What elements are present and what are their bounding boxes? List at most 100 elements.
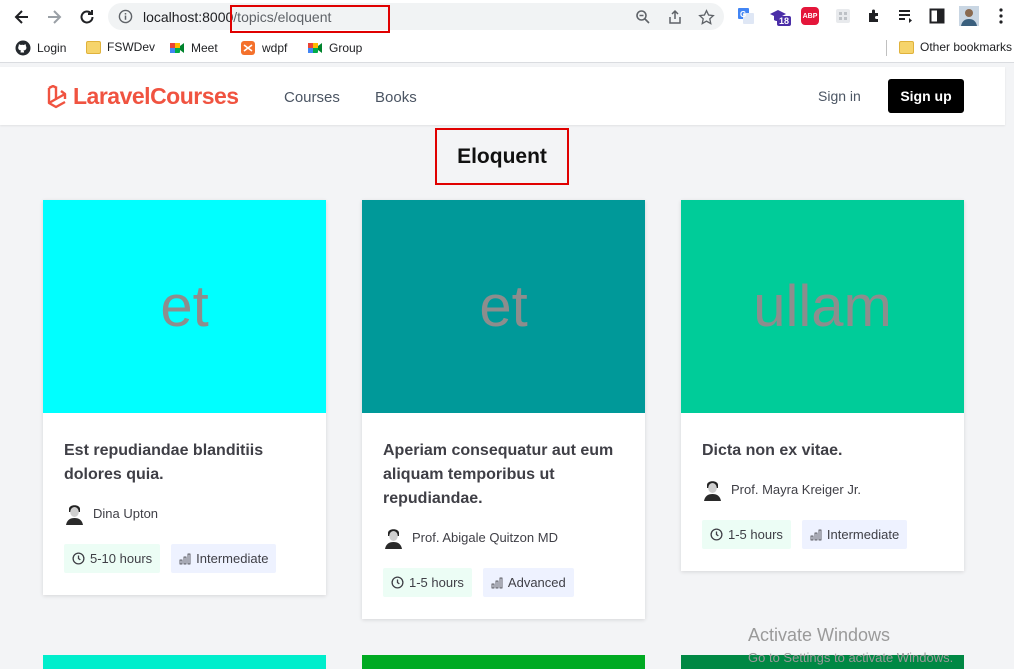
folder-icon (899, 40, 914, 54)
meet-icon (170, 43, 184, 53)
course-card-next[interactable] (43, 655, 326, 669)
author-avatar-icon (383, 525, 404, 549)
duration-tag: 1-5 hours (702, 520, 791, 549)
author-avatar-icon (702, 477, 723, 501)
bookmark-login[interactable]: Login (15, 40, 66, 56)
course-image[interactable]: et (43, 200, 326, 413)
author-name: Prof. Abigale Quitzon MD (412, 529, 558, 545)
back-arrow-icon (14, 10, 28, 24)
forward-arrow-icon (48, 10, 62, 24)
puzzle-icon (869, 9, 878, 22)
author-avatar-icon (64, 501, 85, 525)
magnifier-icon (636, 10, 650, 24)
level-tag: Advanced (482, 568, 574, 597)
page-title: Eloquent (435, 128, 569, 185)
adblock-extension[interactable]: ABP (800, 6, 820, 26)
extension-badge: 18 (777, 16, 792, 26)
course-author: Prof. Mayra Kreiger Jr. (702, 477, 943, 501)
graduation-extension[interactable]: 18 (768, 6, 792, 26)
course-title[interactable]: Est repudiandae blanditiis dolores quia. (64, 439, 305, 487)
translate-icon: G (738, 8, 754, 24)
info-icon[interactable] (118, 9, 133, 24)
reading-list-button[interactable] (896, 6, 916, 26)
star-icon (697, 8, 715, 25)
watermark-subtitle: Go to Settings to activate Windows. (748, 650, 954, 665)
wdpf-icon (241, 41, 255, 55)
github-icon (15, 40, 31, 56)
meet-icon (308, 43, 322, 53)
duration-text: 1-5 hours (728, 527, 783, 542)
bookmark-label: Meet (191, 41, 218, 55)
site-logo[interactable]: LaravelCourses (47, 83, 239, 110)
logo-text-laravel: Laravel (73, 83, 151, 109)
url-host: localhost:8000 (143, 9, 234, 25)
clock-icon (391, 576, 404, 589)
course-title[interactable]: Aperiam consequatur aut eum aliquam temp… (383, 439, 624, 511)
extensions-button[interactable] (864, 6, 884, 26)
logo-text-courses: Courses (150, 83, 239, 109)
bookmark-meet[interactable]: Meet (169, 40, 218, 56)
duration-text: 5-10 hours (90, 551, 153, 566)
side-panel-icon (929, 8, 945, 24)
playlist-icon (899, 10, 912, 23)
bookmark-group[interactable]: Group (307, 40, 362, 56)
bookmark-fswdev[interactable]: FSWDev (86, 40, 155, 54)
course-image[interactable]: ullam (681, 200, 964, 413)
nav-courses[interactable]: Courses (284, 89, 340, 106)
other-bookmarks[interactable]: Other bookmarks (899, 40, 1012, 54)
course-title[interactable]: Dicta non ex vitae. (702, 439, 943, 463)
svg-text:G: G (740, 10, 746, 19)
level-tag: Intermediate (171, 544, 277, 573)
translate-extension[interactable]: G (736, 6, 756, 26)
zoom-button[interactable] (633, 7, 653, 27)
bookmark-label: Group (329, 41, 363, 55)
author-name: Prof. Mayra Kreiger Jr. (731, 481, 862, 497)
course-image-text: et (160, 274, 209, 339)
duration-tag: 5-10 hours (64, 544, 161, 573)
course-card-next[interactable] (362, 655, 645, 669)
abp-icon: ABP (801, 7, 819, 25)
bookmark-label: FSWDev (107, 40, 155, 54)
level-text: Intermediate (826, 527, 900, 542)
nav-books[interactable]: Books (375, 89, 417, 106)
back-button[interactable] (10, 5, 34, 29)
sign-up-button[interactable]: Sign up (888, 79, 964, 113)
menu-button[interactable] (991, 6, 1011, 26)
folder-icon (86, 40, 101, 54)
course-card[interactable]: et Est repudiandae blanditiis dolores qu… (43, 200, 326, 595)
course-card[interactable]: ullam Dicta non ex vitae. Prof. Mayra Kr… (681, 200, 964, 571)
other-bookmarks-label: Other bookmarks (920, 40, 1013, 54)
reload-button[interactable] (75, 5, 99, 29)
bookmark-star-button[interactable] (696, 7, 716, 27)
level-tag: Intermediate (801, 520, 908, 549)
course-image-text: ullam (753, 274, 892, 339)
course-author: Prof. Abigale Quitzon MD (383, 525, 624, 549)
course-image-text: et (479, 274, 528, 339)
bar-chart-icon (179, 553, 191, 564)
bookmark-label: wdpf (262, 41, 288, 55)
browser-toolbar: localhost:8000/topics/eloquent G 18 ABP (0, 0, 1014, 34)
profile-button[interactable] (959, 6, 979, 26)
grid-extension[interactable] (833, 6, 853, 26)
side-panel-button[interactable] (927, 6, 947, 26)
bookmark-wdpf[interactable]: wdpf (240, 40, 287, 56)
duration-tag: 1-5 hours (383, 568, 472, 597)
profile-avatar-icon (959, 6, 979, 26)
course-card[interactable]: et Aperiam consequatur aut eum aliquam t… (362, 200, 645, 619)
share-button[interactable] (665, 7, 685, 27)
duration-text: 1-5 hours (409, 575, 464, 590)
sign-in-link[interactable]: Sign in (818, 88, 861, 104)
address-bar[interactable]: localhost:8000/topics/eloquent (108, 3, 724, 30)
author-name: Dina Upton (93, 505, 159, 521)
grid-icon (836, 9, 850, 23)
forward-button[interactable] (42, 5, 66, 29)
activation-watermark: Activate Windows Go to Settings to activ… (748, 625, 953, 665)
bar-chart-icon (810, 529, 822, 540)
more-vertical-icon (999, 8, 1003, 24)
url-highlight-box (230, 5, 390, 33)
level-text: Advanced (507, 575, 566, 590)
share-icon (669, 9, 681, 24)
bookmarks-divider (886, 40, 887, 56)
site-header: LaravelCourses Courses Books Sign in Sig… (0, 67, 1005, 125)
course-image[interactable]: et (362, 200, 645, 413)
